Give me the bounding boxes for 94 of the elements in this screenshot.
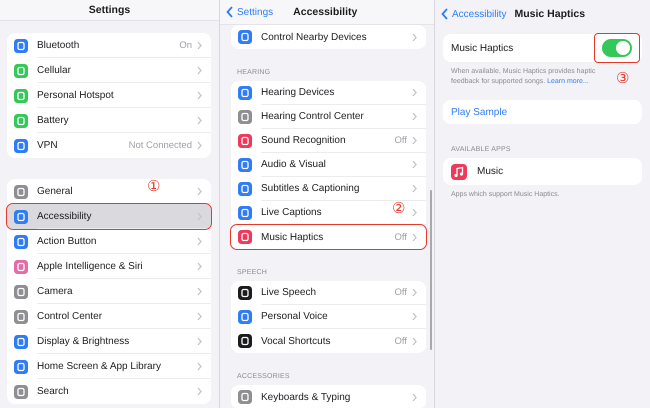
item-value: Off [394, 135, 407, 146]
chevron-icon [197, 236, 202, 246]
chevron-icon [412, 392, 417, 402]
item-label: Camera [37, 286, 73, 296]
item-label: Live Speech [261, 287, 316, 298]
item-label: Bluetooth [37, 40, 80, 50]
chevron-icon [197, 336, 202, 346]
item-label: Hearing Control Center [261, 111, 364, 122]
item-label: Personal Hotspot [37, 90, 114, 100]
item-label: VPN [37, 140, 58, 151]
list-item[interactable]: Hearing Control Center [231, 105, 426, 129]
chevron-icon [412, 208, 417, 217]
chevron-icon [412, 88, 417, 97]
item-label: Search [37, 386, 69, 397]
item-label: Home Screen & App Library [37, 360, 161, 372]
list-item[interactable]: Home Screen & App Library [7, 354, 211, 379]
item-label: Sound Recognition [261, 135, 346, 146]
chevron-icon [412, 288, 417, 297]
item-label: Cellular [37, 64, 71, 76]
item-label: General [37, 186, 73, 196]
item-value: Off [394, 336, 407, 346]
list-item[interactable]: Search [7, 379, 211, 404]
item-value: Not Connected [128, 140, 192, 151]
chevron-icon [197, 186, 202, 196]
item-label: Control Nearby Devices [261, 32, 367, 42]
chevron-icon [412, 312, 417, 321]
list-item[interactable]: Apple Intelligence & Siri [7, 254, 211, 279]
item-label: Action Button [37, 236, 96, 246]
back-icon [441, 8, 448, 20]
chevron-icon [197, 262, 202, 270]
list-item[interactable]: Keyboards & Typing [231, 385, 426, 408]
item-value: Off [394, 232, 407, 242]
list-item[interactable]: Battery [7, 108, 211, 133]
toggle-switch[interactable] [602, 39, 632, 57]
list-item[interactable]: Control Nearby Devices [231, 25, 426, 49]
list-item[interactable]: Music [443, 158, 642, 185]
chevron-icon [412, 112, 417, 121]
chevron-icon [412, 32, 417, 42]
chevron-icon [412, 336, 417, 346]
list-item[interactable]: VPN Not Connected [7, 133, 211, 158]
chevron-icon [197, 312, 202, 320]
item-label: Personal Voice [261, 311, 328, 322]
list-item[interactable]: Subtitles & Captioning [231, 177, 426, 201]
callout-number: ② [392, 201, 405, 216]
item-label: Battery [37, 114, 69, 126]
chevron-icon [197, 387, 202, 396]
item-label: Apple Intelligence & Siri [37, 260, 143, 272]
item-label: Hearing Devices [261, 87, 334, 98]
back-icon [226, 6, 233, 18]
item-label: Live Captions [261, 207, 322, 218]
item-label: Music [477, 166, 504, 177]
callout-number: ③ [616, 71, 629, 86]
list-item[interactable]: Sound Recognition Off [231, 129, 426, 153]
chevron-icon [197, 141, 202, 150]
page-title: Music Haptics [514, 8, 586, 20]
item-value: On [179, 40, 192, 50]
page-title: Settings [88, 4, 130, 16]
callout-number: ① [147, 179, 160, 194]
scrollbar[interactable] [430, 190, 432, 350]
list-item[interactable]: Bluetooth On [7, 33, 211, 58]
list-item[interactable]: Vocal Shortcuts Off [231, 329, 426, 353]
item-label: Display & Brightness [37, 336, 130, 346]
list-item[interactable]: Hearing Devices [231, 81, 426, 105]
chevron-icon [197, 40, 202, 50]
item-value: Off [394, 287, 407, 298]
back-link[interactable]: Accessibility [441, 8, 506, 20]
list-item[interactable]: Camera [7, 279, 211, 304]
list-item[interactable]: Control Center [7, 304, 211, 329]
item-label: Subtitles & Captioning [261, 183, 360, 194]
chevron-icon [412, 232, 417, 242]
chevron-icon [412, 136, 417, 145]
page-title: Accessibility [293, 6, 358, 18]
item-label: Music Haptics [261, 232, 324, 242]
item-label: Keyboards & Typing [261, 392, 350, 402]
chevron-icon [412, 184, 417, 193]
item-label: Vocal Shortcuts [261, 336, 330, 346]
list-item[interactable]: Action Button [7, 229, 211, 254]
chevron-icon [197, 362, 202, 370]
list-item[interactable]: Cellular [7, 58, 211, 83]
chevron-icon [197, 66, 202, 74]
chevron-icon [197, 116, 202, 124]
toggle-label: Music Haptics [451, 42, 514, 54]
list-item[interactable]: Display & Brightness [7, 329, 211, 354]
back-link[interactable]: Settings [226, 6, 274, 18]
list-item[interactable]: Personal Hotspot [7, 83, 211, 108]
item-label: Accessibility [37, 210, 92, 222]
list-item[interactable]: Audio & Visual [231, 153, 426, 177]
list-item[interactable]: Personal Voice [231, 305, 426, 329]
list-item[interactable]: Live Speech Off [231, 281, 426, 305]
chevron-icon [412, 160, 417, 169]
chevron-icon [197, 90, 202, 100]
item-label: Audio & Visual [261, 159, 326, 170]
item-label: Control Center [37, 310, 102, 322]
chevron-icon [197, 286, 202, 296]
